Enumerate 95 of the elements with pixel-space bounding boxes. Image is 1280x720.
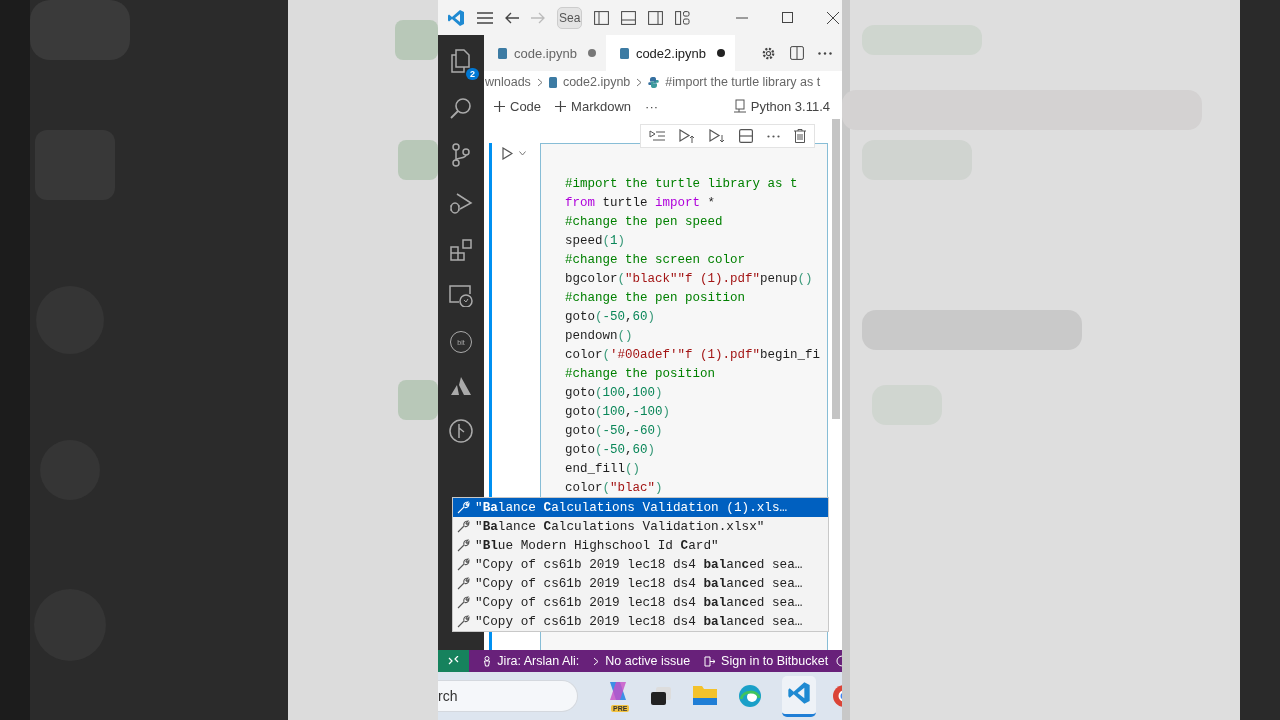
settings-icon[interactable]	[761, 45, 776, 61]
folder-icon[interactable]	[692, 684, 718, 708]
git-graph-icon[interactable]	[449, 419, 473, 443]
chevron-right-icon	[593, 656, 600, 666]
suggestion-item[interactable]: "Copy of cs61b 2019 lec18 ds4 balanced sea…	[453, 555, 828, 574]
breadcrumb-item[interactable]: wnloads	[485, 75, 531, 89]
jira-user-item[interactable]: Jira: Arslan Ali:	[483, 654, 580, 668]
editor-tab[interactable]: code2.ipynb	[605, 35, 735, 71]
code-line: from turtle import *	[565, 195, 717, 212]
breadcrumb-item[interactable]: code2.ipynb	[562, 75, 631, 89]
notification-badge: 2	[466, 68, 479, 80]
search-field[interactable]: Sea	[557, 6, 583, 29]
source-control-icon[interactable]	[451, 143, 471, 167]
status-icon[interactable]	[836, 655, 842, 667]
code-line: goto(-50,60)	[565, 309, 657, 326]
suggestion-item[interactable]: "Blue Modern Highschool Id Card"	[453, 536, 828, 555]
chevron-right-icon	[636, 77, 643, 87]
code-line: pendown()	[565, 328, 634, 345]
maximize-icon[interactable]	[782, 12, 794, 23]
wrench-icon	[457, 501, 470, 514]
layout-grid-icon[interactable]	[675, 10, 691, 25]
suggestion-item[interactable]: "Copy of cs61b 2019 lec18 ds4 balanced sea…	[453, 593, 828, 612]
code-line: goto(100,100)	[565, 385, 664, 402]
code-line: #import the turtle library as t	[565, 176, 799, 193]
wrench-icon	[457, 520, 470, 533]
chevron-right-icon	[536, 77, 543, 87]
more-actions-button[interactable]: ···	[643, 96, 661, 116]
execute-above-icon[interactable]	[649, 130, 665, 142]
close-icon[interactable]	[827, 11, 840, 24]
unsaved-dot	[717, 49, 725, 57]
bitbucket-sign-in-item[interactable]: Sign in to Bitbucket	[704, 654, 829, 668]
suggestion-item[interactable]: "Balance Calculations Validation (1).xls…	[453, 498, 828, 517]
extensions-icon[interactable]	[450, 239, 472, 261]
code-line: goto(-50,60)	[565, 442, 657, 459]
code-line: #change the screen color	[565, 252, 747, 269]
run-below-icon[interactable]	[709, 129, 725, 143]
split-editor-icon[interactable]	[790, 46, 804, 60]
search-icon[interactable]	[450, 97, 472, 119]
code-line: #change the position	[565, 366, 717, 383]
code-line: #change the pen position	[565, 290, 747, 307]
add-code-button[interactable]: Code	[492, 96, 544, 116]
back-arrow-icon[interactable]	[505, 11, 519, 24]
more-icon[interactable]	[767, 134, 780, 138]
code-line: #change the pen speed	[565, 214, 724, 231]
vscode-logo-icon[interactable]	[447, 8, 465, 27]
add-markdown-button[interactable]: Markdown	[553, 96, 634, 116]
plus-icon	[555, 100, 567, 112]
notebook-file-icon	[498, 47, 507, 59]
remote-indicator[interactable]	[438, 650, 470, 672]
sidebar-layout-icon[interactable]	[594, 10, 610, 25]
taskbar-search-field[interactable]: rch	[438, 680, 578, 712]
python-icon	[648, 76, 660, 88]
code-line: end_fill()	[565, 461, 642, 478]
run-cell-icon[interactable]	[502, 147, 513, 160]
vscode-taskbar-icon[interactable]	[782, 675, 816, 717]
plus-icon	[494, 100, 505, 112]
run-above-icon[interactable]	[679, 129, 695, 143]
wrench-icon	[457, 558, 470, 571]
suggestion-item[interactable]: "Copy of cs61b 2019 lec18 ds4 balanced sea…	[453, 612, 828, 631]
browser-icon[interactable]	[738, 684, 762, 708]
wrench-icon	[457, 615, 470, 628]
sign-in-icon	[704, 655, 716, 667]
chevron-down-icon[interactable]	[519, 151, 526, 156]
notebook-file-icon	[548, 76, 557, 88]
panel-layout-icon[interactable]	[621, 10, 637, 25]
files-icon[interactable]	[450, 49, 472, 73]
wrench-icon	[457, 596, 470, 609]
code-line: goto(100,-100)	[565, 404, 672, 421]
wrench-icon	[457, 539, 470, 552]
code-line: color('#00adef'"f (1).pdf"begin_fi	[565, 347, 822, 364]
run-debug-icon[interactable]	[449, 191, 473, 215]
code-line: bgcolor("black""f (1).pdf"penup()	[565, 271, 814, 288]
remote-explorer-icon[interactable]	[449, 285, 473, 307]
kernel-icon	[733, 99, 746, 113]
split-cell-icon[interactable]	[739, 129, 753, 143]
wrench-icon	[457, 577, 470, 590]
editor-tab[interactable]: code.ipynb	[484, 35, 606, 71]
suggestion-item[interactable]: "Balance Calculations Validation.xlsx"	[453, 517, 828, 536]
suggestion-item[interactable]: "Copy of cs61b 2019 lec18 ds4 balanced sea…	[453, 574, 828, 593]
task-view-icon[interactable]	[650, 686, 672, 706]
delete-icon[interactable]	[794, 129, 806, 143]
unsaved-dot	[587, 49, 596, 57]
menu-icon[interactable]	[477, 11, 493, 24]
kernel-picker-button[interactable]: Python 3.11.4	[731, 96, 832, 116]
breadcrumb-item[interactable]: #import the turtle library as t	[665, 75, 821, 89]
scrollbar[interactable]	[832, 119, 840, 419]
code-line: color("blac")	[565, 480, 664, 497]
notebook-file-icon	[619, 47, 629, 59]
secondary-sidebar-icon[interactable]	[648, 10, 664, 25]
code-line: speed(1)	[565, 233, 627, 250]
person-icon	[483, 655, 492, 667]
atlassian-icon[interactable]	[451, 377, 471, 395]
more-icon[interactable]	[818, 51, 832, 55]
active-issue-item[interactable]: No active issue	[593, 654, 691, 668]
code-line: goto(-50,-60)	[565, 423, 664, 440]
